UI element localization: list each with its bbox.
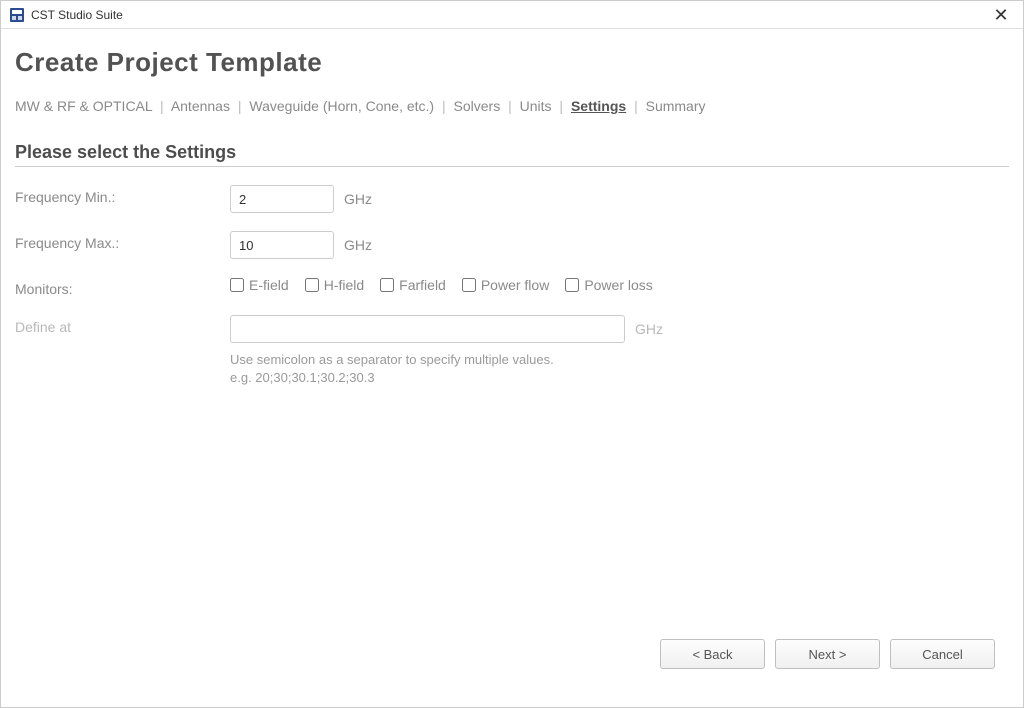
breadcrumb-item[interactable]: Solvers (454, 98, 501, 114)
breadcrumb-item[interactable]: MW & RF & OPTICAL (15, 98, 152, 114)
freq-min-input[interactable] (230, 185, 334, 213)
monitor-powerloss-label: Power loss (584, 277, 652, 293)
monitor-powerflow[interactable]: Power flow (462, 277, 549, 293)
monitor-farfield-label: Farfield (399, 277, 446, 293)
freq-min-unit: GHz (344, 191, 372, 207)
section-title: Please select the Settings (15, 142, 1009, 167)
row-freq-min: Frequency Min.: GHz (15, 185, 1009, 213)
monitor-hfield-label: H-field (324, 277, 364, 293)
breadcrumb-separator: | (442, 98, 446, 114)
define-at-hint-line1: Use semicolon as a separator to specify … (230, 351, 663, 369)
breadcrumb-item[interactable]: Units (520, 98, 552, 114)
breadcrumb-item[interactable]: Waveguide (Horn, Cone, etc.) (249, 98, 434, 114)
define-at-hint: Use semicolon as a separator to specify … (230, 351, 663, 387)
content-area: Create Project Template MW & RF & OPTICA… (1, 29, 1023, 415)
monitor-efield[interactable]: E-field (230, 277, 289, 293)
titlebar-title: CST Studio Suite (31, 8, 987, 22)
titlebar: CST Studio Suite ✕ (1, 1, 1023, 29)
monitor-powerloss-checkbox[interactable] (565, 278, 579, 292)
freq-max-label: Frequency Max.: (15, 231, 230, 251)
monitor-powerflow-checkbox[interactable] (462, 278, 476, 292)
define-at-hint-line2: e.g. 20;30;30.1;30.2;30.3 (230, 369, 663, 387)
monitor-efield-label: E-field (249, 277, 289, 293)
monitors-label: Monitors: (15, 277, 230, 297)
define-at-unit: GHz (635, 321, 663, 337)
freq-min-label: Frequency Min.: (15, 185, 230, 205)
monitor-powerflow-label: Power flow (481, 277, 549, 293)
define-at-input[interactable] (230, 315, 625, 343)
close-icon[interactable]: ✕ (987, 1, 1015, 29)
freq-max-input[interactable] (230, 231, 334, 259)
breadcrumb-separator: | (559, 98, 563, 114)
monitor-efield-checkbox[interactable] (230, 278, 244, 292)
row-freq-max: Frequency Max.: GHz (15, 231, 1009, 259)
button-row: < Back Next > Cancel (660, 639, 995, 669)
page-title: Create Project Template (15, 47, 1009, 78)
define-at-label: Define at (15, 315, 230, 335)
monitor-farfield[interactable]: Farfield (380, 277, 446, 293)
breadcrumb-separator: | (634, 98, 638, 114)
monitor-powerloss[interactable]: Power loss (565, 277, 652, 293)
freq-max-unit: GHz (344, 237, 372, 253)
next-button[interactable]: Next > (775, 639, 880, 669)
row-monitors: Monitors: E-field H-field Farfield Power… (15, 277, 1009, 297)
breadcrumb-separator: | (238, 98, 242, 114)
monitor-farfield-checkbox[interactable] (380, 278, 394, 292)
breadcrumb-item[interactable]: Antennas (171, 98, 230, 114)
app-icon (9, 7, 25, 23)
monitor-hfield-checkbox[interactable] (305, 278, 319, 292)
monitor-hfield[interactable]: H-field (305, 277, 364, 293)
breadcrumb-item-current[interactable]: Settings (571, 98, 626, 114)
breadcrumb-separator: | (508, 98, 512, 114)
breadcrumb: MW & RF & OPTICAL | Antennas | Waveguide… (15, 98, 1009, 114)
row-define-at: Define at GHz Use semicolon as a separat… (15, 315, 1009, 387)
cancel-button[interactable]: Cancel (890, 639, 995, 669)
breadcrumb-item[interactable]: Summary (646, 98, 706, 114)
breadcrumb-separator: | (160, 98, 164, 114)
back-button[interactable]: < Back (660, 639, 765, 669)
